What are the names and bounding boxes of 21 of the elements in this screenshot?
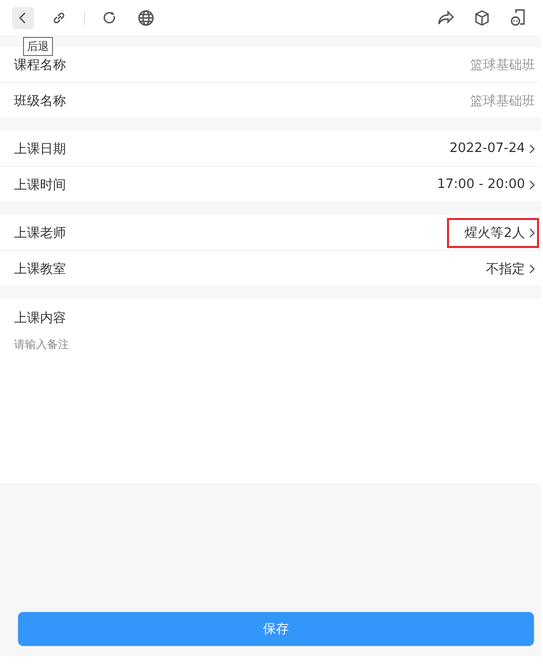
back-button[interactable] bbox=[12, 6, 34, 28]
row-value: 篮球基础班 bbox=[470, 56, 535, 74]
chevron-icon bbox=[529, 144, 535, 154]
content-label: 上课内容 bbox=[14, 310, 67, 327]
row-label: 班级名称 bbox=[14, 92, 66, 110]
row-label: 课程名称 bbox=[14, 56, 66, 74]
row-value: 不指定 bbox=[486, 260, 525, 278]
chevron-icon bbox=[529, 180, 535, 190]
row-value: 篮球基础班 bbox=[470, 92, 535, 110]
chevron-icon bbox=[529, 264, 535, 274]
row-label: 上课教室 bbox=[14, 260, 66, 278]
form-row[interactable]: 上课老师 煋火等2人 bbox=[0, 215, 541, 251]
chevron-icon bbox=[529, 228, 535, 238]
row-label: 上课日期 bbox=[14, 140, 66, 158]
row-label: 上课时间 bbox=[14, 176, 66, 194]
row-value: 煋火等2人 bbox=[464, 224, 525, 242]
back-icon[interactable] bbox=[19, 12, 27, 24]
row-value: 2022-07-24 bbox=[449, 141, 525, 156]
row-label: 上课老师 bbox=[14, 224, 66, 242]
tooltip: 后退 bbox=[23, 37, 53, 56]
row-value: 17:00 - 20:00 bbox=[437, 177, 525, 192]
